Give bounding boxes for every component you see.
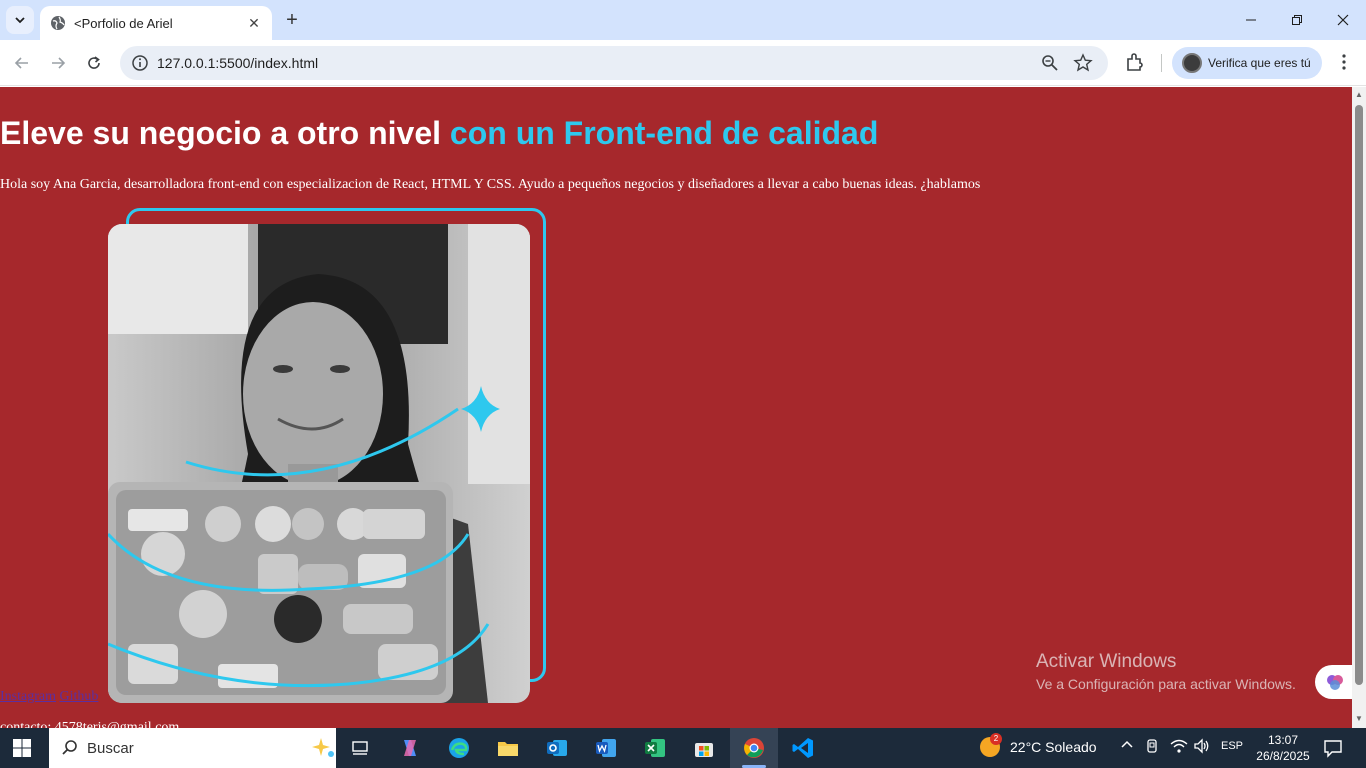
meet-now-button[interactable] [1145, 738, 1161, 757]
chevron-down-icon [15, 17, 25, 24]
social-links: Instagram Github [0, 689, 98, 705]
windows-start-icon[interactable] [12, 738, 32, 758]
new-tab-button[interactable]: + [280, 8, 304, 32]
task-view-icon [352, 741, 368, 755]
vscode-icon [792, 738, 813, 758]
url-text[interactable]: 127.0.0.1:5500/index.html [157, 55, 318, 71]
globe-icon [51, 16, 65, 30]
notification-icon[interactable] [1322, 737, 1344, 759]
restore-icon [1292, 15, 1302, 25]
restore-button[interactable] [1274, 0, 1320, 40]
network-button[interactable] [1170, 738, 1188, 757]
page-scrollbar[interactable]: ▲ ▼ [1352, 87, 1366, 728]
taskbar-search-box[interactable]: Buscar [49, 728, 336, 768]
brain-icon [1327, 675, 1343, 690]
avatar [1182, 53, 1202, 73]
excel-icon [645, 739, 665, 757]
reload-button[interactable] [80, 49, 108, 77]
assistant-float-button[interactable] [1315, 665, 1352, 699]
site-info-icon[interactable] [130, 53, 150, 73]
browser-menu-button[interactable] [1333, 51, 1355, 73]
chevron-up-icon [1121, 740, 1133, 748]
instagram-link[interactable]: Instagram [0, 689, 56, 704]
weather-badge: 2 [990, 733, 1002, 745]
intro-paragraph: Hola soy Ana Garcia, desarrolladora fron… [0, 177, 981, 192]
scroll-thumb[interactable] [1355, 105, 1363, 685]
file-explorer-button[interactable] [494, 734, 522, 762]
clock-date: 26/8/2025 [1256, 749, 1310, 763]
browser-toolbar: 127.0.0.1:5500/index.html Verifica que e… [0, 40, 1366, 86]
scroll-up-icon[interactable]: ▲ [1354, 90, 1364, 100]
portrait-illustration [108, 224, 530, 703]
tray-overflow-button[interactable] [1120, 738, 1134, 755]
tab-title: <Porfolio de Ariel [74, 15, 173, 31]
contact-text: contacto: 4578teris@gmail.com [0, 720, 180, 728]
weather-widget[interactable]: 2 22°C Soleado [980, 733, 1097, 757]
edge-button[interactable] [445, 734, 473, 762]
word-button[interactable] [592, 734, 620, 762]
file-explorer-icon [498, 742, 518, 756]
weather-sun-icon: 2 [980, 733, 1002, 757]
volume-button[interactable] [1193, 738, 1211, 757]
weather-text: 22°C Soleado [1010, 739, 1097, 755]
word-icon [596, 739, 616, 757]
hero-heading-main: Eleve su negocio a otro nivel [0, 115, 450, 151]
windows-taskbar: Buscar 2 22°C Soleado ESP 13:07 26/8/202… [0, 728, 1366, 768]
chrome-icon [744, 738, 764, 758]
close-window-button[interactable] [1320, 0, 1366, 40]
watermark-subtitle: Ve a Configuración para activar Windows. [1036, 676, 1296, 692]
task-view-button[interactable] [346, 734, 374, 762]
store-button[interactable] [690, 734, 718, 762]
copilot-icon [404, 740, 416, 756]
minimize-icon [1246, 19, 1256, 21]
zoom-icon[interactable] [1040, 53, 1060, 73]
tab-search-button[interactable] [6, 6, 34, 34]
minimize-button[interactable] [1228, 0, 1274, 40]
excel-button[interactable] [641, 734, 669, 762]
back-button[interactable] [8, 49, 36, 77]
copilot-button[interactable] [396, 734, 424, 762]
watermark-title: Activar Windows [1036, 651, 1177, 672]
extensions-icon[interactable] [1124, 51, 1146, 73]
search-icon [62, 740, 77, 755]
profile-label: Verifica que eres tú [1208, 56, 1311, 70]
profile-chip[interactable]: Verifica que eres tú [1172, 47, 1322, 79]
search-highlight-icon [312, 738, 334, 757]
wifi-icon [1170, 739, 1188, 753]
forward-button[interactable] [44, 49, 72, 77]
search-label: Buscar [87, 739, 134, 757]
arrow-right-icon [52, 57, 66, 69]
profile-photo [108, 224, 530, 703]
page-viewport: Eleve su negocio a otro nivel con un Fro… [0, 87, 1352, 728]
more-vert-icon [1342, 54, 1346, 70]
chrome-button[interactable] [740, 734, 768, 762]
scroll-down-icon[interactable]: ▼ [1354, 714, 1364, 724]
close-icon [1337, 14, 1349, 26]
reload-icon [88, 56, 100, 69]
arrow-left-icon [14, 57, 28, 69]
address-bar[interactable]: 127.0.0.1:5500/index.html [120, 46, 1108, 80]
language-indicator[interactable]: ESP [1221, 740, 1243, 752]
clock-time: 13:07 [1267, 733, 1299, 747]
hero-heading: Eleve su negocio a otro nivel con un Fro… [0, 115, 878, 152]
outlook-icon [547, 740, 567, 756]
camera-icon [1147, 739, 1157, 753]
activate-windows-watermark: Activar Windows Ve a Configuración para … [1036, 651, 1296, 692]
outlook-button[interactable] [543, 734, 571, 762]
edge-icon [449, 738, 469, 758]
toolbar-separator [1161, 54, 1162, 72]
hero-heading-accent: con un Front-end de calidad [449, 115, 879, 151]
github-link[interactable]: Github [59, 689, 98, 704]
browser-tab-strip: <Porfolio de Ariel ✕ + [0, 0, 1366, 40]
close-tab-icon[interactable]: ✕ [244, 13, 264, 33]
speaker-icon [1194, 738, 1209, 754]
store-icon [695, 743, 713, 757]
bookmark-star-icon[interactable] [1073, 53, 1093, 73]
vscode-button[interactable] [789, 734, 817, 762]
browser-tab[interactable]: <Porfolio de Ariel ✕ [40, 6, 272, 40]
taskbar-clock[interactable]: 13:07 26/8/2025 [1253, 732, 1313, 764]
